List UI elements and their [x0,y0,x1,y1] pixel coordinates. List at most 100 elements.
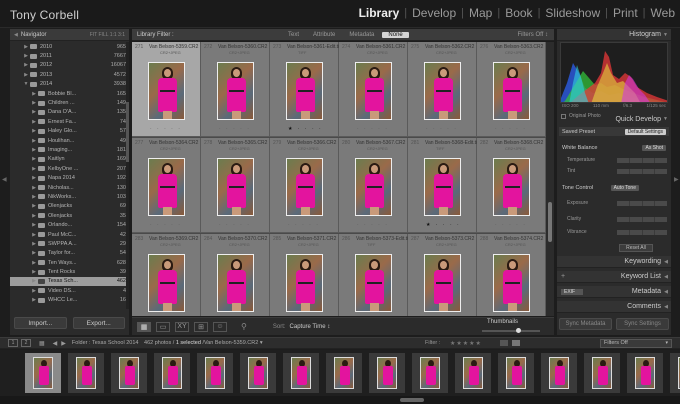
filmstrip-thumbnail[interactable] [670,353,680,393]
folder-row[interactable]: ▶ Orlando... 154 [10,220,129,229]
clarity-buttons[interactable] [617,216,667,222]
tint-buttons[interactable] [617,168,667,174]
photo-thumbnail[interactable] [493,62,530,120]
folder-row[interactable]: ▶ Kaitlyn 169 [10,155,129,164]
folder-row[interactable]: ▶ Children ... 149 [10,98,129,107]
folder-row[interactable]: ▶ Haley Glo... 57 [10,127,129,136]
filmstrip-thumbnail[interactable] [111,353,147,393]
filmstrip-thumbnail[interactable] [326,353,362,393]
sync-settings-button[interactable]: Sync Settings [616,318,669,330]
slider-knob[interactable] [516,328,521,333]
filmstrip-thumbnail[interactable] [25,353,61,393]
photo-thumbnail[interactable] [217,158,254,216]
disclosure-right-icon[interactable]: ▶ [30,128,38,134]
forward-arrow-icon[interactable]: ▶ [61,340,66,347]
photo-thumbnail[interactable] [148,158,185,216]
module-library[interactable]: Library [354,6,405,20]
folder-row[interactable]: ▶ 2011 7667 [10,51,129,60]
keyword-list-plus-icon[interactable]: + [561,273,565,280]
grid-cell[interactable]: 284Van Belson-5370.CR2CR2+JPEG· · · · · [201,234,270,316]
histogram-header[interactable]: Histogram ▼ [557,29,671,41]
navigator-zoom-modes[interactable]: FIT FILL 1:1 3:1 [90,32,125,38]
sort-dropdown[interactable]: Capture Time ↕ [290,324,331,330]
disclosure-right-icon[interactable]: ▶ [30,260,38,266]
disclosure-right-icon[interactable]: ▶ [30,109,38,115]
disclosure-down-icon[interactable]: ▼ [22,81,30,87]
folder-row[interactable]: ▶ Houlihan... 49 [10,136,129,145]
folder-row[interactable]: ▶ 2013 4572 [10,70,129,79]
folder-row[interactable]: ▶ Paul McC... 42 [10,230,129,239]
cell-rating[interactable]: ★ · · · · [426,222,461,228]
temperature-buttons[interactable] [617,157,667,163]
flag-filter-icon[interactable] [500,340,508,346]
folder-row[interactable]: ▶ Olenjacks 35 [10,211,129,220]
filmstrip-thumbnail[interactable] [541,353,577,393]
filmstrip-thumbnail[interactable] [197,353,233,393]
module-print[interactable]: Print [608,6,643,20]
loupe-view-icon[interactable]: ▭ [156,321,170,332]
cell-rating[interactable]: · · · · · [495,222,527,228]
scrollbar-thumb[interactable] [400,398,424,402]
photo-thumbnail[interactable] [493,158,530,216]
filmstrip-thumbnail[interactable] [584,353,620,393]
folder-row[interactable]: ▶ KelbyOne ... 207 [10,164,129,173]
filter-attribute[interactable]: Attribute [307,32,341,38]
disclosure-right-icon[interactable]: ▶ [30,147,38,153]
grid-scrollbar[interactable] [546,42,554,316]
filmstrip-thumbnail[interactable] [412,353,448,393]
filmstrip-thumbnail[interactable] [283,353,319,393]
cell-rating[interactable]: · · · · · [288,222,320,228]
module-book[interactable]: Book [500,6,537,20]
disclosure-right-icon[interactable]: ▶ [30,166,38,172]
photo-thumbnail[interactable] [355,254,392,312]
disclosure-right-icon[interactable]: ▶ [30,156,38,162]
saved-preset-dropdown[interactable]: Default Settings [624,128,666,135]
grid-cell[interactable]: 276 Van Belson-5363.CR2 CR2+JPEG · · · · · [477,42,546,137]
thumbnail-size-slider[interactable] [482,328,540,333]
folder-row[interactable]: ▶ Texas Sch... 462 [10,276,129,287]
grid-cell[interactable]: 275 Van Belson-5362.CR2 CR2+JPEG · · · · · [408,42,477,137]
exposure-buttons[interactable] [617,200,667,206]
photo-thumbnail[interactable] [217,62,254,120]
reset-all-button[interactable]: Reset All [619,244,653,252]
module-slideshow[interactable]: Slideshow [540,6,605,20]
filmstrip-thumbnail[interactable] [498,353,534,393]
left-panel-collapse-icon[interactable]: ◀ [2,176,7,183]
disclosure-right-icon[interactable]: ▶ [30,203,38,209]
cell-rating[interactable]: · · · · · [219,222,251,228]
grid-cell[interactable]: 283Van Belson-5369.CR2CR2+JPEG· · · · · [132,234,201,316]
folder-row[interactable]: ▶ Taylor for... 54 [10,249,129,258]
export-button[interactable]: Export... [72,317,125,329]
disclosure-right-icon[interactable]: ▶ [22,62,30,68]
folder-row[interactable]: ▼ 2014 3938 [10,80,129,89]
module-map[interactable]: Map [464,6,497,20]
cell-rating[interactable]: · · · · · [219,126,251,132]
disclosure-right-icon[interactable]: ▶ [30,213,38,219]
compare-view-icon[interactable]: XY [175,321,189,332]
filter-preset-dropdown[interactable]: Filters Off ↕ [517,32,548,38]
grid-cell[interactable]: 278 Van Belson-5365.CR2 CR2+JPEG · · · · · [201,138,270,233]
folder-row[interactable]: ▶ Imaging... 181 [10,145,129,154]
folder-row[interactable]: ▶ Olenjacks 69 [10,202,129,211]
white-balance-dropdown[interactable]: As Shot [642,144,666,151]
comments-header[interactable]: Comments ◀ [557,301,671,313]
cell-rating[interactable]: · · · · · [150,126,182,132]
cell-rating[interactable]: · · · · · [357,222,389,228]
right-panel-collapse-icon[interactable]: ▶ [674,176,679,183]
disclosure-right-icon[interactable]: ▶ [30,269,38,275]
grid-cell[interactable]: 287Van Belson-5373.CR2CR2+JPEG· · · · · [408,234,477,316]
people-view-icon[interactable]: ☺ [213,321,227,332]
photo-thumbnail[interactable] [424,254,461,312]
module-web[interactable]: Web [646,6,680,20]
import-button[interactable]: Import... [14,317,67,329]
filmstrip-thumbnail[interactable] [627,353,663,393]
photo-thumbnail[interactable] [148,254,185,312]
folder-row[interactable]: ▶ Dana O'A... 135 [10,108,129,117]
grid-cell[interactable]: 285Van Belson-5371.CR2CR2+JPEG· · · · · [270,234,339,316]
filmstrip-thumbnail[interactable] [154,353,190,393]
disclosure-right-icon[interactable]: ▶ [30,91,38,97]
disclosure-right-icon[interactable]: ▶ [22,44,30,50]
photo-thumbnail[interactable] [286,254,323,312]
disclosure-right-icon[interactable]: ▶ [30,194,38,200]
grid-cell[interactable]: 281 Van Belson-5368-Edit.tif TIFF ★ · · · · [408,138,479,233]
